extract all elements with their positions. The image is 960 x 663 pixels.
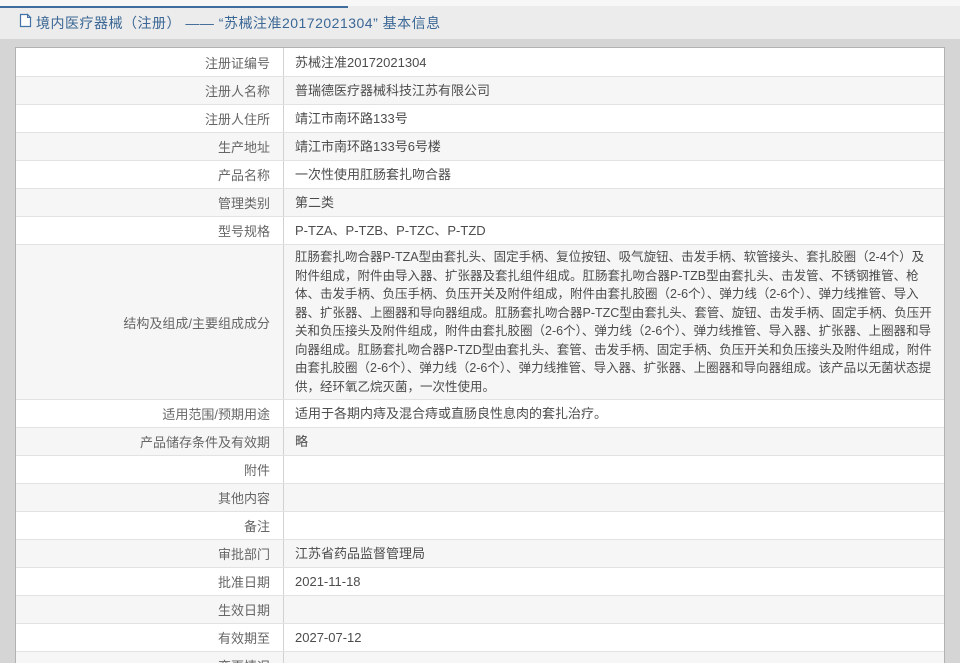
row-label: 其他内容 xyxy=(16,484,284,511)
row-label-text: 有效期至 xyxy=(217,631,270,646)
table-row: 批准日期 2021-11-18 xyxy=(16,567,944,595)
row-label-text: 注册人住所 xyxy=(204,112,270,127)
row-label: 管理类别 xyxy=(16,189,284,216)
row-value-text: 一次性使用肛肠套扎吻合器 xyxy=(295,167,452,182)
row-value-text: 肛肠套扎吻合器P-TZA型由套扎头、固定手柄、复位按钮、吸气旋钮、击发手柄、软管… xyxy=(295,250,932,394)
table-row: 生效日期 xyxy=(16,595,944,623)
table-row: 结构及组成/主要组成成分 肛肠套扎吻合器P-TZA型由套扎头、固定手柄、复位按钮、… xyxy=(16,244,944,399)
row-value: 靖江市南环路133号6号楼 xyxy=(284,133,944,160)
table-row: 生产地址 靖江市南环路133号6号楼 xyxy=(16,132,944,160)
row-label: 结构及组成/主要组成成分 xyxy=(16,245,284,399)
table-row: 有效期至 2027-07-12 xyxy=(16,623,944,651)
row-value-text: 2021-11-18 xyxy=(295,574,361,589)
row-label-text: 变更情况 xyxy=(218,656,270,663)
info-table: 注册证编号 苏械注准20172021304 注册人名称 普瑞德医疗器械科技江苏有限公司… xyxy=(15,47,945,663)
row-label-text: 生产地址 xyxy=(217,140,270,155)
table-row: 其他内容 xyxy=(16,483,944,511)
row-label-text: 生效日期 xyxy=(217,603,270,618)
row-value: 2027-07-12 xyxy=(284,624,944,651)
row-label: 生效日期 xyxy=(16,596,284,623)
row-label: 产品名称 xyxy=(16,161,284,188)
row-label-text: 附件 xyxy=(243,463,270,478)
row-label-text: 适用范围/预期用途 xyxy=(162,407,270,422)
table-row: 管理类别 第二类 xyxy=(16,188,944,216)
row-label-text: 审批部门 xyxy=(217,547,270,562)
table-row: 注册证编号 苏械注准20172021304 xyxy=(16,48,944,76)
row-value-text: 略 xyxy=(295,434,309,449)
row-value xyxy=(284,652,944,663)
row-value-text: 苏械注准20172021304 xyxy=(295,54,427,70)
document-icon xyxy=(19,12,32,33)
row-value: 一次性使用肛肠套扎吻合器 xyxy=(284,161,944,188)
row-value-text: 靖江市南环路133号 xyxy=(295,111,408,126)
row-label-text: 型号规格 xyxy=(217,224,270,239)
row-value: 第二类 xyxy=(284,189,944,216)
row-label: 变更情况 xyxy=(16,652,284,663)
row-label: 生产地址 xyxy=(16,133,284,160)
table-row: 附件 xyxy=(16,455,944,483)
row-label: 备注 xyxy=(16,512,284,539)
table-row: 产品名称 一次性使用肛肠套扎吻合器 xyxy=(16,160,944,188)
row-label-text: 注册人名称 xyxy=(204,84,270,99)
row-value: 普瑞德医疗器械科技江苏有限公司 xyxy=(284,77,944,104)
row-value-text: 普瑞德医疗器械科技江苏有限公司 xyxy=(295,83,491,98)
row-value xyxy=(284,512,944,539)
row-label-text: 注册证编号 xyxy=(204,55,270,71)
row-label-text: 产品名称 xyxy=(217,168,270,183)
row-value-text: 江苏省药品监督管理局 xyxy=(295,546,426,561)
table-row: 注册人住所 靖江市南环路133号 xyxy=(16,104,944,132)
row-label: 产品储存条件及有效期 xyxy=(16,428,284,455)
row-label: 批准日期 xyxy=(16,568,284,595)
row-value: 靖江市南环路133号 xyxy=(284,105,944,132)
row-label: 注册人住所 xyxy=(16,105,284,132)
row-value: 略 xyxy=(284,428,944,455)
row-value: 肛肠套扎吻合器P-TZA型由套扎头、固定手柄、复位按钮、吸气旋钮、击发手柄、软管… xyxy=(284,245,944,399)
table-row: 型号规格 P-TZA、P-TZB、P-TZC、P-TZD xyxy=(16,216,944,244)
row-value-text: 2027-07-12 xyxy=(295,630,362,645)
row-value: P-TZA、P-TZB、P-TZC、P-TZD xyxy=(284,217,944,244)
row-value xyxy=(284,484,944,511)
row-label: 审批部门 xyxy=(16,540,284,567)
table-row: 适用范围/预期用途 适用于各期内痔及混合痔或直肠良性息肉的套扎治疗。 xyxy=(16,399,944,427)
row-label-text: 产品储存条件及有效期 xyxy=(139,435,270,450)
table-row: 备注 xyxy=(16,511,944,539)
row-label-text: 批准日期 xyxy=(217,575,270,590)
table-row: 产品储存条件及有效期 略 xyxy=(16,427,944,455)
row-label-text: 其他内容 xyxy=(217,491,270,506)
row-value: 2021-11-18 xyxy=(284,568,944,595)
page-header: 境内医疗器械（注册） —— “苏械注准20172021304” 基本信息 xyxy=(0,6,960,39)
table-row: 审批部门 江苏省药品监督管理局 xyxy=(16,539,944,567)
row-label-text: 管理类别 xyxy=(217,196,270,211)
row-label: 注册证编号 xyxy=(16,48,284,76)
row-label: 适用范围/预期用途 xyxy=(16,400,284,427)
row-value: 适用于各期内痔及混合痔或直肠良性息肉的套扎治疗。 xyxy=(284,400,944,427)
row-value xyxy=(284,456,944,483)
row-label-text: 结构及组成/主要组成成分 xyxy=(123,315,270,331)
row-value: 苏械注准20172021304 xyxy=(284,48,944,76)
table-row: 注册人名称 普瑞德医疗器械科技江苏有限公司 xyxy=(16,76,944,104)
row-value-text: 靖江市南环路133号6号楼 xyxy=(295,139,441,154)
row-label: 有效期至 xyxy=(16,624,284,651)
table-row: 变更情况 xyxy=(16,651,944,663)
row-label: 附件 xyxy=(16,456,284,483)
row-value xyxy=(284,596,944,623)
row-value-text: 第二类 xyxy=(295,195,335,210)
row-value-text: P-TZA、P-TZB、P-TZC、P-TZD xyxy=(295,223,486,238)
row-label-text: 备注 xyxy=(243,519,270,534)
page-title: 境内医疗器械（注册） —— “苏械注准20172021304” 基本信息 xyxy=(36,14,441,31)
row-value: 江苏省药品监督管理局 xyxy=(284,540,944,567)
row-label: 型号规格 xyxy=(16,217,284,244)
row-label: 注册人名称 xyxy=(16,77,284,104)
row-value-text: 适用于各期内痔及混合痔或直肠良性息肉的套扎治疗。 xyxy=(295,406,608,421)
